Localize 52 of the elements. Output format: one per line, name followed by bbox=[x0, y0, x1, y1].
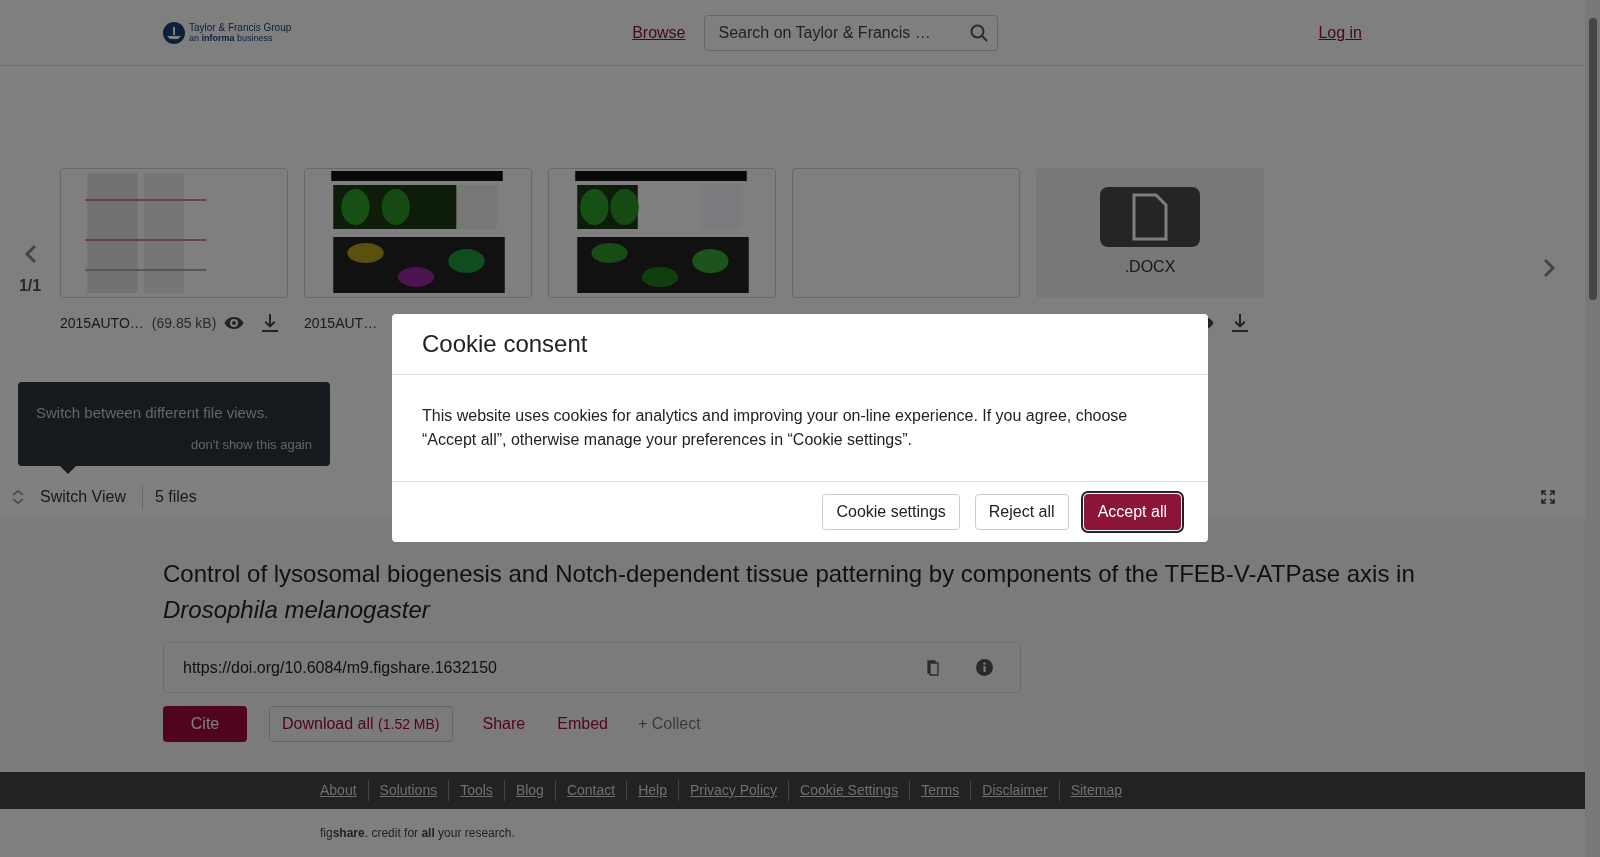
document-icon bbox=[1132, 193, 1168, 241]
footer-link[interactable]: Help bbox=[638, 780, 679, 801]
dialog-button[interactable]: Accept all bbox=[1083, 494, 1181, 530]
page-indicator: 1/1 bbox=[18, 276, 42, 296]
dialog-text: This website uses cookies for analytics and improving your on-line experience. If you agree, choose “Accept all”, otherwise manage your preferences in “Cookie settings”. bbox=[422, 406, 1129, 450]
cite-button[interactable]: Cite bbox=[163, 706, 247, 742]
footer-link[interactable]: About bbox=[320, 780, 369, 801]
footer-link[interactable]: Terms bbox=[921, 780, 972, 801]
file-type-label: .DOCX bbox=[1124, 257, 1176, 277]
switch-view-button[interactable]: Switch View bbox=[12, 485, 126, 509]
dialog-title: Cookie consent bbox=[422, 329, 588, 359]
info-icon[interactable] bbox=[976, 659, 993, 676]
article-title: Control of lysosomal biogenesis and Notch-dependent tissue patterning by components of the TFEB-V-ATPase axis in Drosophila melanogaster bbox=[163, 559, 1416, 625]
search-field[interactable]: Search on Taylor & Francis … bbox=[703, 14, 998, 51]
file-size: (69.85 kB) bbox=[151, 313, 217, 333]
footer-link[interactable]: Blog bbox=[515, 780, 556, 801]
footer-link[interactable]: Cookie Settings bbox=[800, 780, 911, 801]
logo-icon bbox=[163, 21, 185, 44]
footer-link[interactable]: Tools bbox=[460, 780, 505, 801]
browse-link[interactable]: Browse bbox=[632, 20, 686, 45]
footer-link[interactable]: Sitemap bbox=[1070, 780, 1122, 801]
logo-name: Taylor & Francis Group bbox=[189, 22, 292, 33]
login-link[interactable]: Log in bbox=[1318, 20, 1362, 45]
share-link[interactable]: Share bbox=[482, 712, 526, 736]
footer-link[interactable]: Privacy Policy bbox=[689, 780, 790, 801]
tooltip-text: Switch between different file views. bbox=[36, 403, 270, 423]
file-name[interactable]: 2015AUT… bbox=[304, 312, 378, 334]
collect-link[interactable]: + Collect bbox=[637, 712, 701, 736]
footer-link[interactable]: Contact bbox=[566, 780, 628, 801]
footer-link[interactable]: Solutions bbox=[379, 780, 450, 801]
logo[interactable]: Taylor & Francis Group an informa business bbox=[163, 21, 292, 44]
copy-icon[interactable] bbox=[926, 659, 940, 676]
download-all-button[interactable]: Download all (1.52 MB) bbox=[269, 706, 453, 742]
search-icon[interactable] bbox=[969, 23, 988, 42]
footer-link[interactable]: Disclaimer bbox=[982, 780, 1060, 801]
next-icon[interactable] bbox=[1543, 258, 1557, 278]
previous-icon[interactable] bbox=[23, 244, 37, 264]
dialog-button[interactable]: Reject all bbox=[974, 494, 1069, 530]
embed-link[interactable]: Embed bbox=[557, 712, 608, 736]
fullscreen-icon[interactable] bbox=[1541, 490, 1555, 504]
dismiss-link[interactable]: don't show this again bbox=[191, 434, 312, 454]
switch-icon bbox=[12, 490, 24, 504]
scrollbar-thumb[interactable] bbox=[1588, 18, 1597, 300]
download-icon[interactable] bbox=[262, 314, 279, 332]
file-count: 5 files bbox=[141, 485, 197, 509]
file-thumbnail[interactable]: .DOCX bbox=[1036, 168, 1264, 298]
logo-tagline: an informa business bbox=[189, 33, 273, 43]
eye-icon[interactable] bbox=[224, 316, 245, 330]
footer-tagline: figshare. credit for all your research. bbox=[320, 825, 515, 842]
download-icon[interactable] bbox=[1232, 314, 1248, 332]
dialog-button[interactable]: Cookie settings bbox=[822, 494, 960, 530]
file-name[interactable]: 2015AUTO… bbox=[60, 312, 144, 334]
